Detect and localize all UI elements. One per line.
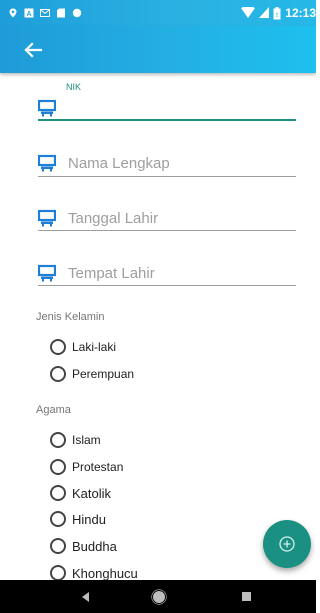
status-left-icons: A (0, 8, 82, 18)
radio-protestan[interactable]: Protestan (50, 457, 123, 477)
location-icon (9, 8, 17, 18)
status-bar: A ! 12:13 (0, 0, 316, 26)
sd-card-icon (57, 8, 65, 18)
radio-label: Laki-laki (72, 340, 117, 354)
id-card-icon (38, 99, 56, 117)
tempat-lahir-field[interactable] (38, 261, 296, 291)
radio-circle[interactable] (50, 366, 66, 382)
home-circle-icon (151, 588, 167, 605)
radio-laki-laki[interactable]: Laki-laki (50, 337, 116, 357)
radio-circle[interactable] (50, 459, 66, 475)
tanggal-lahir-field[interactable] (38, 206, 296, 236)
notification-a-icon: A (24, 8, 34, 18)
radio-hindu[interactable]: Hindu (50, 509, 106, 529)
id-card-icon (38, 154, 56, 172)
svg-text:!: ! (276, 13, 278, 19)
nik-underline (38, 119, 296, 121)
nama-lengkap-underline (38, 176, 296, 177)
nik-input[interactable] (68, 96, 294, 118)
radio-buddha[interactable]: Buddha (50, 536, 117, 556)
radio-circle[interactable] (50, 565, 66, 581)
record-icon (72, 8, 82, 18)
app-bar (0, 26, 316, 73)
id-card-icon (38, 209, 56, 227)
radio-label: Hindu (72, 511, 106, 527)
tanggal-lahir-underline (38, 230, 296, 231)
tempat-lahir-input[interactable] (68, 262, 294, 284)
radio-perempuan[interactable]: Perempuan (50, 364, 134, 384)
radio-circle[interactable] (50, 538, 66, 554)
status-right-icons: ! 12:13 (241, 0, 316, 26)
nama-lengkap-input[interactable] (68, 152, 294, 174)
radio-label: Islam (72, 433, 101, 447)
signal-icon (259, 7, 270, 18)
back-triangle-icon (82, 591, 89, 602)
nik-label: NIK (66, 82, 82, 92)
add-fab-button[interactable] (263, 520, 311, 568)
radio-islam[interactable]: Islam (50, 430, 101, 450)
agama-label: Agama (36, 404, 71, 416)
svg-text:A: A (26, 11, 31, 18)
jenis-kelamin-label: Jenis Kelamin (36, 311, 105, 323)
nav-back-button[interactable] (66, 580, 106, 613)
battery-icon: ! (273, 6, 281, 19)
radio-circle[interactable] (50, 339, 66, 355)
radio-label: Protestan (72, 460, 124, 474)
tempat-lahir-underline (38, 285, 296, 286)
gmail-icon (40, 9, 50, 17)
arrow-back-icon[interactable] (22, 39, 44, 61)
nik-field[interactable]: NIK (38, 80, 296, 122)
radio-label: Katolik (72, 485, 112, 501)
radio-katolik[interactable]: Katolik (50, 483, 111, 503)
radio-label: Khonghucu (72, 565, 138, 581)
radio-circle[interactable] (50, 485, 66, 501)
add-circle-icon (279, 536, 295, 552)
radio-circle[interactable] (50, 432, 66, 448)
nav-home-button[interactable] (139, 580, 179, 613)
radio-label: Perempuan (72, 367, 135, 381)
radio-circle[interactable] (50, 511, 66, 527)
id-card-icon (38, 264, 56, 282)
wifi-icon (241, 7, 256, 18)
navigation-bar (0, 580, 316, 613)
recents-square-icon (241, 592, 251, 601)
tanggal-lahir-input[interactable] (68, 207, 294, 229)
status-time: 12:13 (285, 6, 316, 20)
radio-label: Buddha (72, 538, 117, 554)
screen: A ! 12:13 NIK Nama Lengkap Tanggal Lahir… (0, 0, 316, 613)
nav-recents-button[interactable] (226, 580, 266, 613)
nama-lengkap-field[interactable] (38, 150, 296, 180)
